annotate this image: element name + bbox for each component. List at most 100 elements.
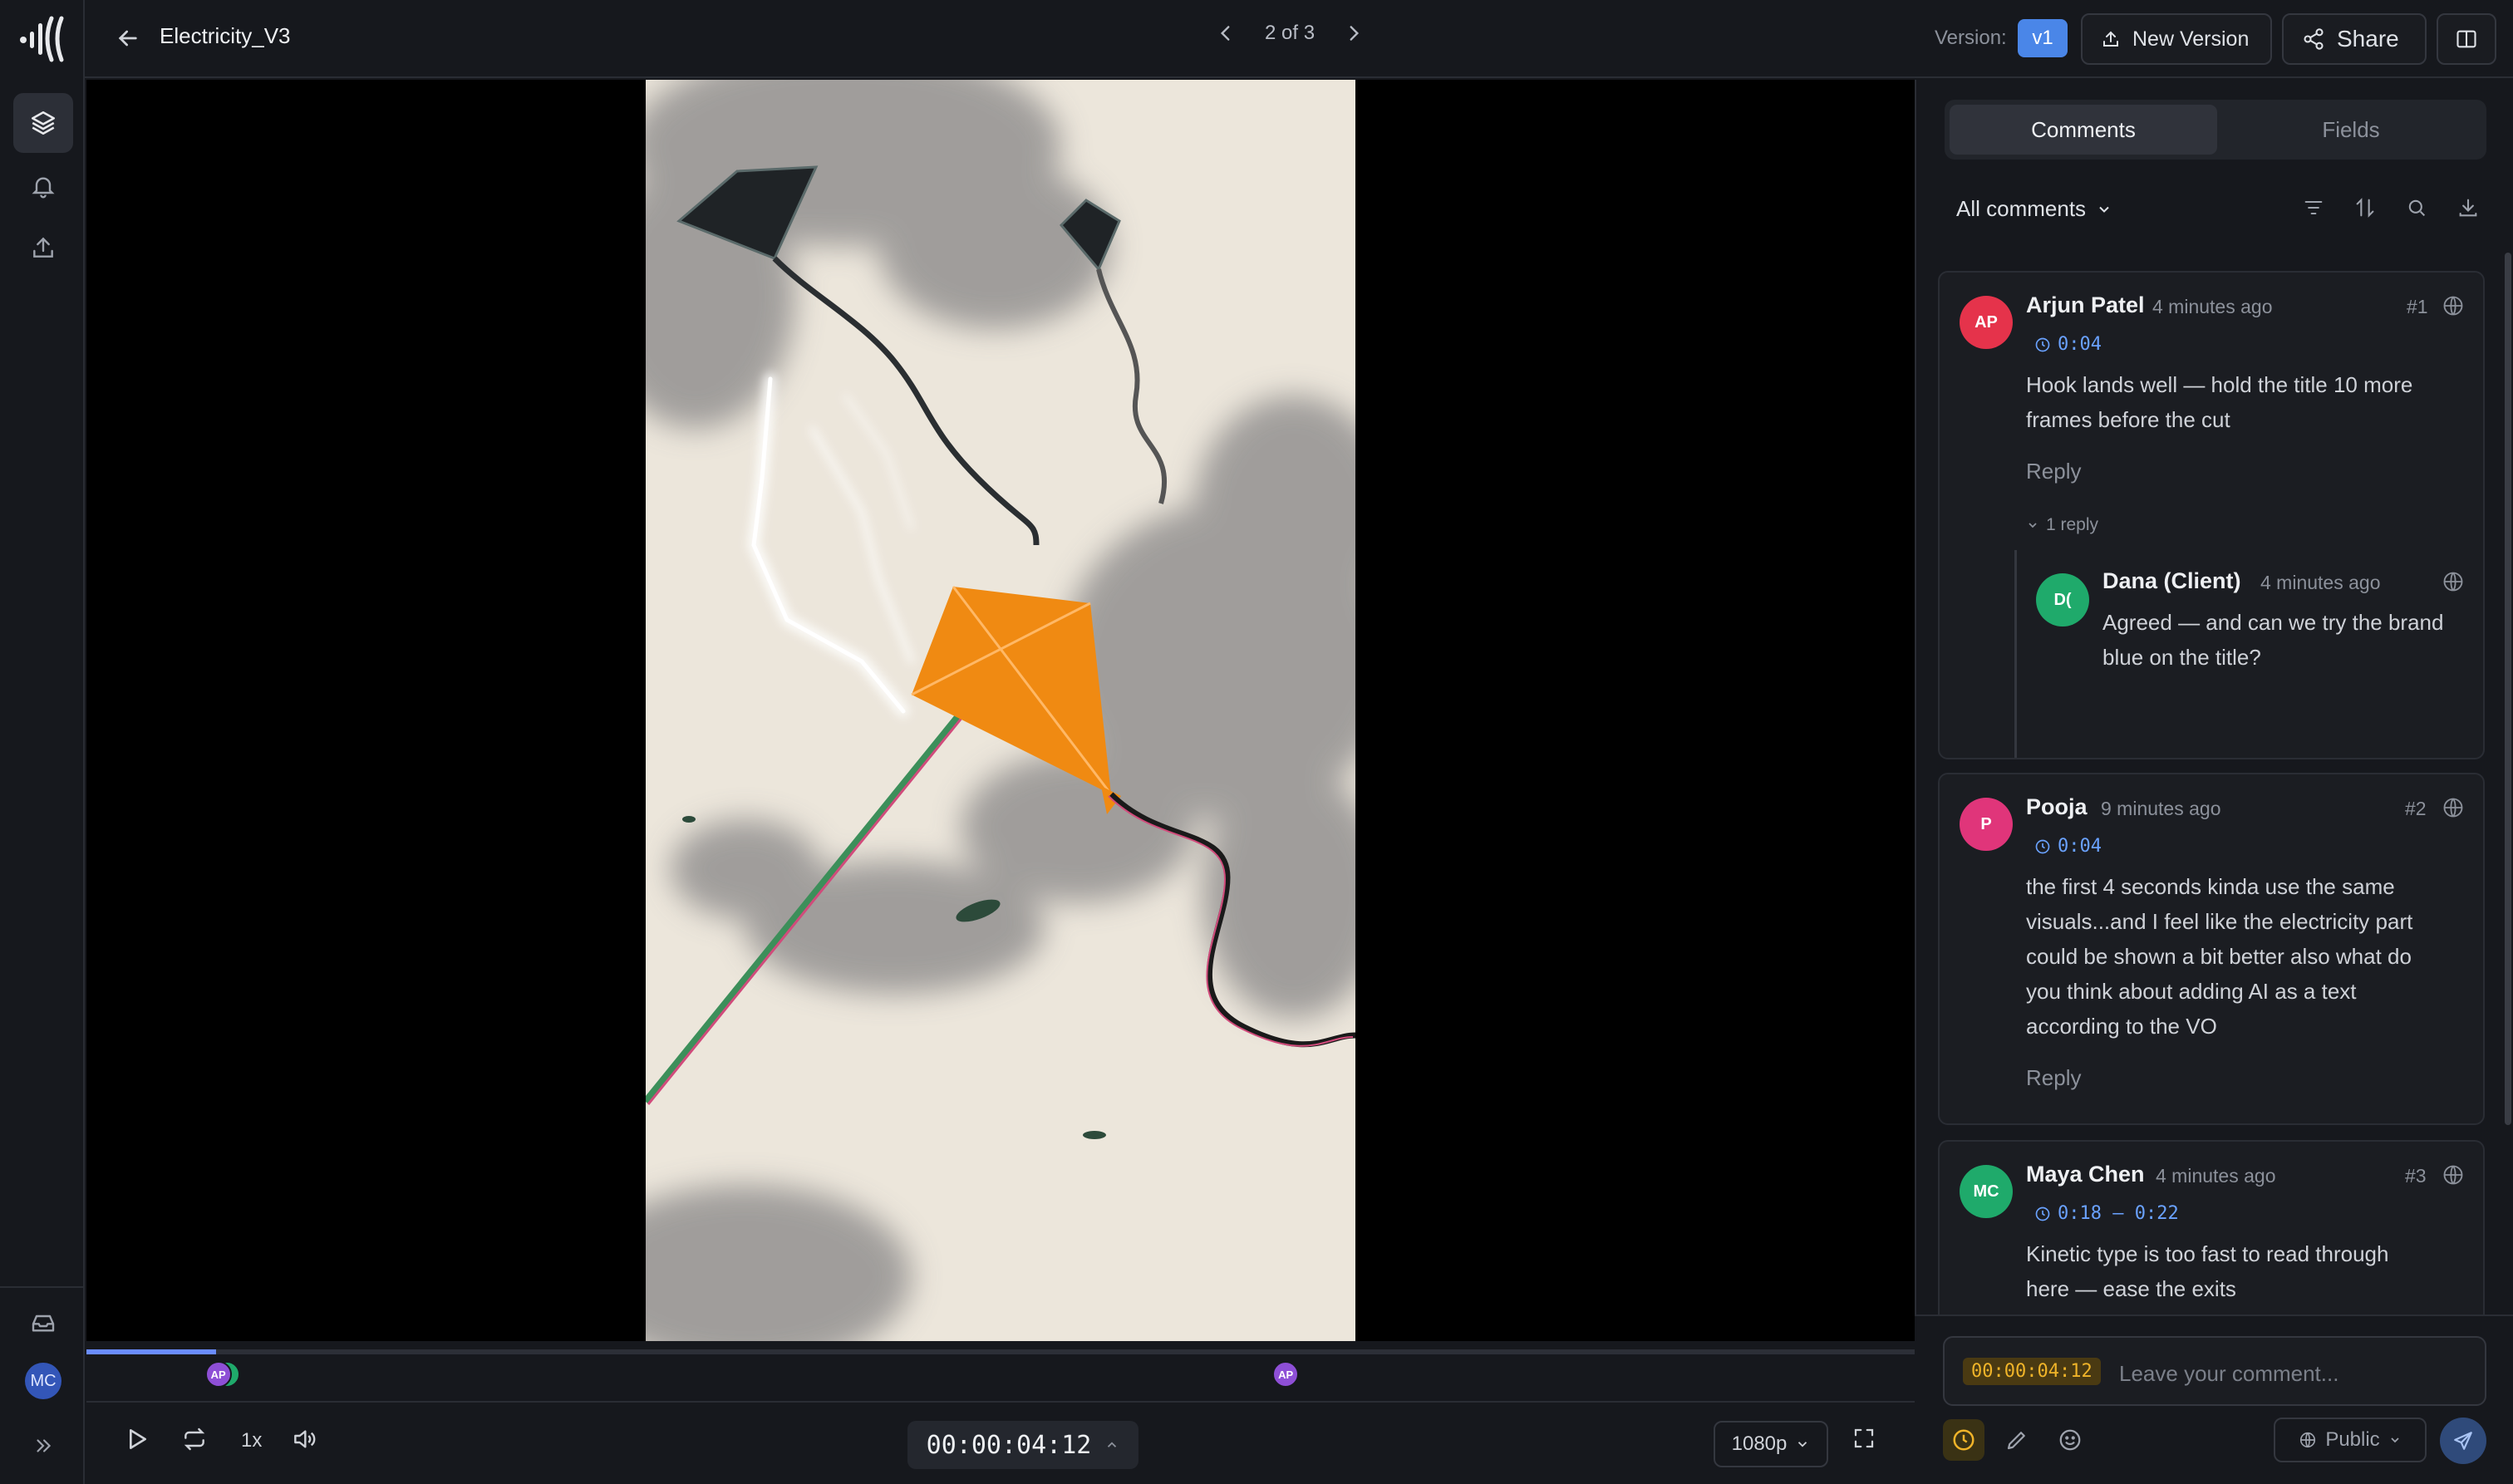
inbox-icon[interactable] [13, 1293, 73, 1353]
globe-icon [2442, 1163, 2465, 1187]
upload-icon[interactable] [13, 218, 73, 278]
send-icon[interactable] [2440, 1418, 2486, 1464]
comment-number: #2 [2405, 798, 2427, 819]
comment-body: the first 4 seconds kinda use the same v… [2026, 869, 2466, 1044]
comment-marker[interactable]: AP [204, 1361, 232, 1388]
chevron-left-icon[interactable] [1215, 22, 1237, 44]
share-icon [2302, 27, 2325, 51]
thread-line [2014, 550, 2017, 758]
comment-number: #3 [2405, 1165, 2427, 1187]
bell-icon[interactable] [13, 156, 73, 216]
video-frame-illustration [646, 80, 1355, 1341]
volume-icon[interactable] [291, 1426, 317, 1452]
comment-marker[interactable]: AP [1272, 1361, 1300, 1388]
chevron-up-icon [1104, 1437, 1119, 1452]
comment-line: visuals...and I feel like the electricit… [2026, 909, 2413, 934]
panel-tabs: Comments Fields [1945, 100, 2486, 160]
loop-icon[interactable] [181, 1426, 208, 1452]
reply-button[interactable]: Reply [2026, 459, 2081, 484]
avatar: D( [2036, 573, 2089, 627]
globe-icon [2442, 294, 2465, 317]
comment-line: here — ease the exits [2026, 1276, 2236, 1301]
version-badge[interactable]: v1 [2018, 19, 2068, 57]
fullscreen-icon[interactable] [1852, 1426, 1876, 1451]
quality-select[interactable]: 1080p [1714, 1421, 1828, 1467]
version-pager: 2 of 3 [1215, 22, 1365, 45]
reply-body: Agreed — and can we try the brand blue o… [2102, 605, 2468, 675]
comment-card[interactable]: P Pooja 9 minutes ago #2 0:04 the first … [1938, 773, 2485, 1125]
rail-divider [0, 1286, 85, 1288]
timeline[interactable]: AP AP [86, 1341, 1915, 1403]
replies-toggle[interactable]: 1 reply [2026, 515, 2098, 535]
comment-time: 9 minutes ago [2101, 798, 2221, 819]
comment-timestamp[interactable]: 0:18 – 0:22 [2034, 1203, 2179, 1224]
back-arrow-icon[interactable] [115, 25, 141, 52]
upload-icon [2101, 29, 2121, 49]
comments-filter-dropdown[interactable]: All comments [1956, 196, 2112, 222]
filter-icon[interactable] [2302, 196, 2325, 219]
timecode-value: 00:00:04:12 [926, 1430, 1092, 1460]
emoji-icon[interactable] [2049, 1419, 2091, 1461]
comment-line: you think about adding AI as a text [2026, 979, 2357, 1004]
timecode-chip[interactable]: 00:00:04:12 [1963, 1358, 2101, 1385]
panel-scrollbar[interactable] [2505, 253, 2511, 1125]
chevron-down-icon [2026, 518, 2039, 532]
pencil-icon[interactable] [1996, 1419, 2038, 1461]
tab-comments[interactable]: Comments [1950, 105, 2217, 155]
comment-tools [2302, 196, 2480, 219]
timestamp-value: 0:18 – 0:22 [2058, 1203, 2179, 1224]
layers-icon[interactable] [13, 93, 73, 153]
left-rail: MC [0, 0, 85, 1484]
comment-card[interactable]: AP Arjun Patel 4 minutes ago #1 0:04 Hoo… [1938, 271, 2485, 759]
sort-icon[interactable] [2353, 196, 2377, 219]
toggle-panel-button[interactable] [2437, 13, 2496, 65]
chevron-right-icon[interactable] [1343, 22, 1365, 44]
comment-placeholder: Leave your comment... [2119, 1361, 2339, 1386]
playback-speed[interactable]: 1x [241, 1429, 262, 1452]
marker-initials: AP [210, 1368, 226, 1381]
comment-timestamp[interactable]: 0:04 [2034, 334, 2102, 355]
search-icon[interactable] [2405, 196, 2428, 219]
globe-icon [2442, 570, 2465, 593]
comment-timestamp[interactable]: 0:04 [2034, 836, 2102, 857]
timestamp-value: 0:04 [2058, 836, 2102, 857]
comment-number: #1 [2407, 296, 2428, 317]
comment-input[interactable]: 00:00:04:12 Leave your comment... [1943, 1336, 2486, 1406]
clock-icon[interactable] [1943, 1419, 1984, 1461]
comments-panel: Comments Fields All comments AP Arjun Pa… [1915, 80, 2513, 1484]
comment-line: frames before the cut [2026, 407, 2230, 432]
video-stage [86, 80, 1915, 1341]
version-label: Version: [1935, 27, 2007, 49]
timecode-display[interactable]: 00:00:04:12 [907, 1421, 1138, 1469]
comment-author: Maya Chen [2026, 1162, 2145, 1187]
top-bar: Electricity_V3 2 of 3 Version: v1 New Ve… [85, 0, 2513, 78]
reply-line: Agreed — and can we try the brand [2102, 610, 2444, 635]
new-version-button[interactable]: New Version [2081, 13, 2272, 65]
comment-composer: 00:00:04:12 Leave your comment... Public [1915, 1314, 2513, 1484]
avatar: AP [1960, 296, 2013, 349]
play-icon[interactable] [123, 1426, 150, 1452]
double-chevron-right-icon[interactable] [13, 1416, 73, 1476]
share-button[interactable]: Share [2282, 13, 2427, 65]
clock-icon [2034, 1206, 2051, 1222]
chevron-down-icon [2388, 1433, 2402, 1447]
new-version-label: New Version [2132, 27, 2250, 51]
video-frame[interactable] [646, 80, 1355, 1341]
reply-time: 4 minutes ago [2260, 572, 2381, 593]
comment-author: Arjun Patel [2026, 292, 2145, 317]
reply-button[interactable]: Reply [2026, 1065, 2081, 1091]
tab-fields[interactable]: Fields [2217, 105, 2485, 155]
comment-line: could be shown a bit better also what do [2026, 944, 2412, 969]
marker-initials: AP [1278, 1368, 1294, 1381]
chevron-down-icon [2096, 201, 2112, 218]
reply-line: blue on the title? [2102, 645, 2261, 670]
visibility-select[interactable]: Public [2274, 1418, 2427, 1462]
avatar: MC [1960, 1165, 2013, 1218]
user-avatar[interactable]: MC [25, 1363, 61, 1399]
comment-line: the first 4 seconds kinda use the same [2026, 874, 2395, 899]
download-icon[interactable] [2456, 196, 2480, 219]
timeline-track[interactable] [86, 1349, 1915, 1354]
timeline-progress [86, 1349, 217, 1354]
waveform-logo-icon[interactable] [18, 13, 66, 63]
globe-icon [2442, 796, 2465, 819]
